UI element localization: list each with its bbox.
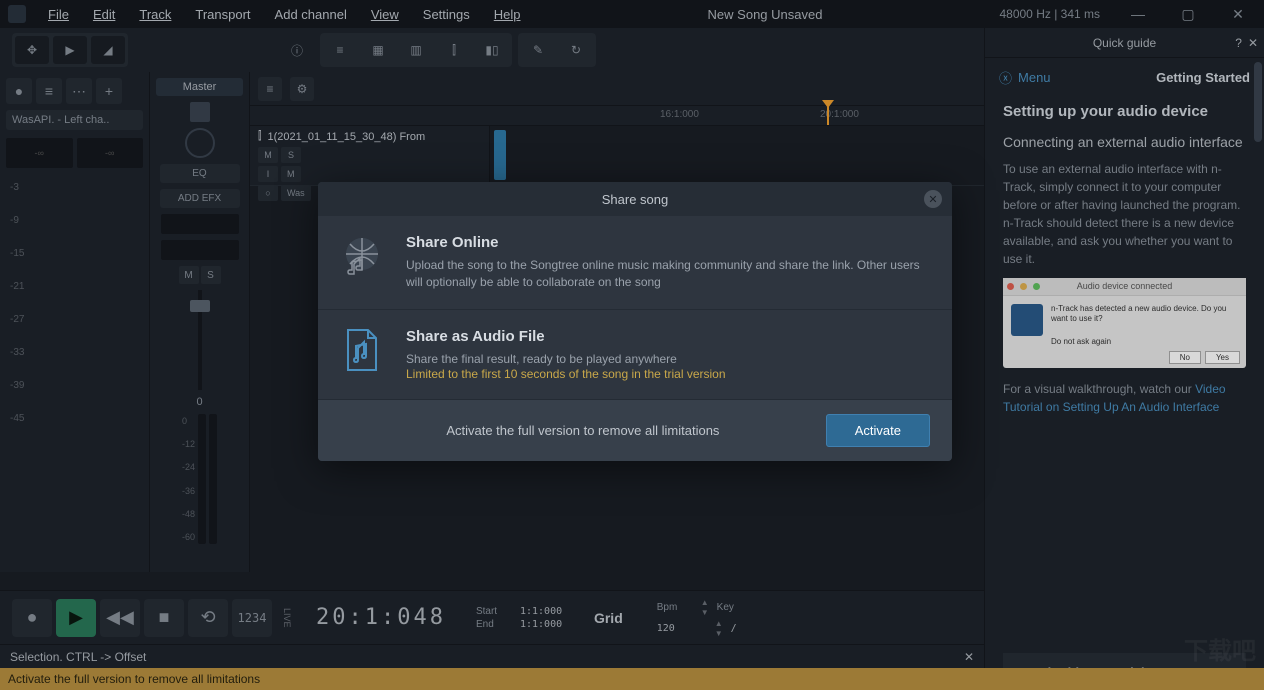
globe-icon bbox=[340, 234, 384, 278]
share-audio-file-option[interactable]: Share as Audio File Share the final resu… bbox=[318, 310, 952, 401]
share-song-dialog: Share song ✕ Share Online Upload the son… bbox=[318, 182, 952, 461]
option-title: Share as Audio File bbox=[406, 328, 726, 345]
dialog-title: Share song ✕ bbox=[318, 182, 952, 216]
option-description: Upload the song to the Songtree online m… bbox=[406, 257, 930, 291]
footer-text: Activate the full version to remove all … bbox=[340, 423, 826, 438]
dialog-footer: Activate the full version to remove all … bbox=[318, 400, 952, 461]
share-online-option[interactable]: Share Online Upload the song to the Song… bbox=[318, 216, 952, 310]
file-icon bbox=[340, 328, 384, 372]
activate-button[interactable]: Activate bbox=[826, 414, 930, 447]
dialog-close-button[interactable]: ✕ bbox=[924, 190, 942, 208]
option-description: Share the final result, ready to be play… bbox=[406, 351, 726, 368]
option-title: Share Online bbox=[406, 234, 930, 251]
option-limitation: Limited to the first 10 seconds of the s… bbox=[406, 367, 726, 381]
